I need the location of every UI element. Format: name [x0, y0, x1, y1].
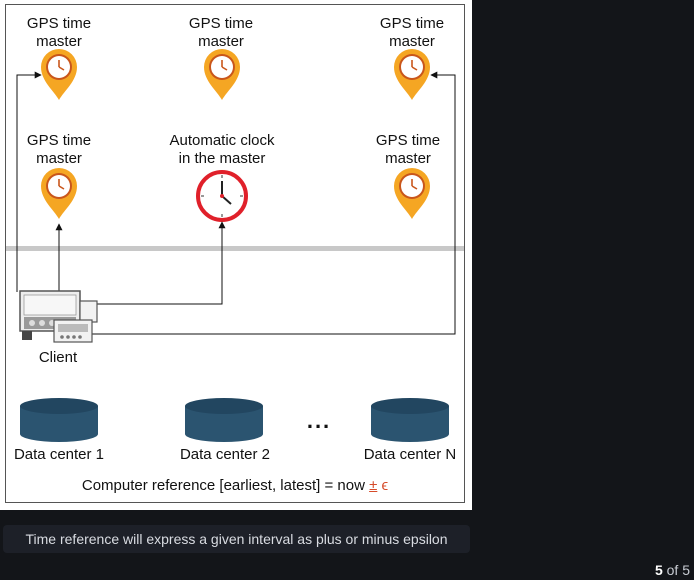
database-icon: [185, 398, 263, 442]
data-center-label-2: Data center 2: [179, 446, 271, 463]
gps-pin-icon: [393, 167, 431, 220]
separator-band: [6, 246, 464, 251]
gps-label-5: GPS time master: [375, 132, 441, 167]
gps-pin-icon: [203, 48, 241, 101]
clock-icon: [196, 170, 248, 222]
reference-formula-text: Computer reference [earliest, latest] = …: [81, 477, 370, 494]
gps-label-4: GPS time master: [26, 132, 92, 167]
ellipsis: ...: [306, 408, 332, 433]
pager-current: 5: [654, 562, 663, 578]
arrow-client-to-gpsN: [92, 71, 456, 335]
database-icon: [20, 398, 98, 442]
data-center-label-n: Data center N: [363, 446, 457, 463]
gps-label-1: GPS time master: [26, 15, 92, 50]
client-label: Client: [38, 349, 78, 366]
gps-pin-icon: [40, 167, 78, 220]
diagram-canvas: [5, 4, 465, 503]
gps-label-2: GPS time master: [188, 15, 254, 50]
pager-total: 5: [682, 562, 690, 578]
gps-pin-icon: [393, 48, 431, 101]
pager-of: of: [666, 562, 679, 578]
gps-label-3: GPS time master: [379, 15, 445, 50]
plus-minus-symbol: ±: [369, 477, 378, 494]
slide-caption: Time reference will express a given inte…: [3, 525, 470, 553]
arrow-client-to-gps1: [16, 71, 42, 292]
epsilon-symbol: ϵ: [381, 477, 389, 494]
arrow-client-to-clock: [97, 221, 226, 305]
diagram-slide: GPS time master GPS time master GPS time…: [0, 0, 472, 510]
gps-pin-icon: [40, 48, 78, 101]
database-icon: [371, 398, 449, 442]
client-devices-icon: [19, 290, 98, 343]
data-center-label-1: Data center 1: [13, 446, 105, 463]
auto-clock-label: Automatic clock in the master: [169, 132, 275, 167]
slide-pager: 5 of 5: [655, 562, 690, 578]
reference-formula: Computer reference [earliest, latest] = …: [40, 477, 430, 495]
